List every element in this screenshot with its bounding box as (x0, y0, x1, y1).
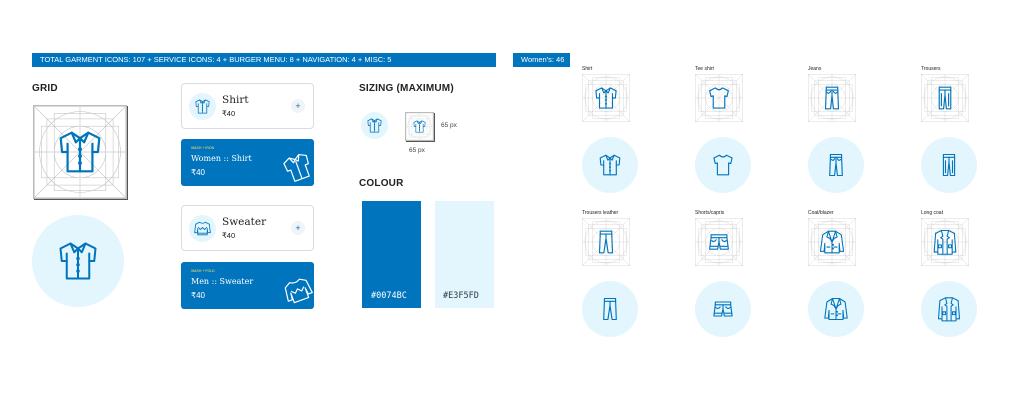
trousers-icon (921, 74, 969, 122)
icon-label: Long coat (921, 210, 943, 216)
icon-grid-tile (921, 218, 969, 266)
tshirt-icon (695, 74, 743, 122)
sizing-width-label: 65 px (441, 122, 457, 129)
sweater-card[interactable]: Sweater ₹40 + (181, 205, 314, 251)
icon-label: Trousers leather (582, 210, 619, 216)
secondary-swatch: #E3F5FD (435, 201, 494, 308)
jeans-icon (829, 153, 843, 177)
shorts-icon (695, 218, 743, 266)
icon-grid-tile (808, 218, 856, 266)
men-sweater-service-tag: WASH + FOLD (191, 269, 215, 273)
icon-label: Shorts/capris (695, 210, 725, 216)
icon-circle-tile (695, 137, 751, 193)
icon-circle-tile (921, 281, 977, 337)
icon-circle-tile (695, 281, 751, 337)
icon-circle-tile (921, 137, 977, 193)
sizing-circle-icon (361, 112, 388, 139)
icon-label: Trousers (921, 66, 941, 72)
icon-label: Shirt (582, 66, 593, 72)
sizing-heading: SIZING (MAXIMUM) (359, 83, 454, 94)
sweater-outline-icon (284, 278, 313, 304)
shirt-card-icon-circle (189, 93, 216, 120)
tshirt-icon (713, 154, 733, 176)
icon-label: Coat/blazer (808, 210, 834, 216)
sweater-card-title: Sweater (222, 216, 267, 228)
grid-circle-preview (32, 215, 124, 307)
primary-swatch: #0074BC (362, 201, 421, 308)
icon-circle-tile (808, 137, 864, 193)
shirt-icon (599, 154, 621, 176)
men-sweater-price: ₹40 (191, 291, 205, 300)
shirt-card[interactable]: Shirt ₹40 + (181, 83, 314, 129)
icon-grid-tile (582, 218, 630, 266)
sweater-icon (194, 221, 211, 236)
trousers-icon (942, 153, 956, 177)
trousers-leather-icon (603, 297, 617, 321)
sweater-card-price: ₹40 (222, 231, 236, 240)
long-coat-icon (921, 218, 969, 266)
add-shirt-button[interactable]: + (291, 99, 305, 113)
blazer-icon (808, 218, 856, 266)
icon-circle-tile (808, 281, 864, 337)
womens-count-banner: Women's: 46 (513, 53, 570, 67)
icon-grid-tile (808, 74, 856, 122)
women-shirt-title: Women :: Shirt (191, 154, 252, 163)
icon-grid-tile (582, 74, 630, 122)
shirt-outline-icon (283, 153, 310, 182)
icon-circle-tile (582, 137, 638, 193)
grid-guides (34, 106, 126, 198)
shirt-icon (367, 118, 382, 133)
jeans-icon (808, 74, 856, 122)
icon-label: Tee shirt (695, 66, 714, 72)
shirt-icon (59, 242, 97, 280)
icon-grid-tile (695, 74, 743, 122)
icon-label: Jeans (808, 66, 822, 72)
sizing-grid-box (405, 112, 434, 141)
women-shirt-price: ₹40 (191, 168, 205, 177)
grid-heading: GRID (32, 83, 58, 94)
primary-hex-label: #0074BC (371, 291, 407, 301)
shirt-card-title: Shirt (222, 94, 249, 106)
shirt-icon (406, 113, 433, 140)
totals-banner: TOTAL GARMENT ICONS: 107 + SERVICE ICONS… (32, 53, 496, 67)
shirt-icon (582, 74, 630, 122)
grid-preview (33, 105, 127, 199)
secondary-hex-label: #E3F5FD (443, 291, 479, 301)
long-coat-icon (937, 297, 961, 322)
add-sweater-button[interactable]: + (291, 221, 305, 235)
sweater-card-icon-circle (189, 215, 216, 242)
women-shirt-card[interactable]: WASH + IRON Women :: Shirt ₹40 (181, 139, 314, 186)
blazer-icon (824, 297, 848, 321)
sizing-height-label: 65 px (409, 147, 425, 154)
icon-grid-tile (921, 74, 969, 122)
icon-circle-tile (582, 281, 638, 337)
men-sweater-card[interactable]: WASH + FOLD Men :: Sweater ₹40 (181, 262, 314, 309)
shorts-icon (713, 301, 733, 317)
shirt-card-price: ₹40 (222, 109, 236, 118)
icon-grid-tile (695, 218, 743, 266)
men-sweater-title: Men :: Sweater (191, 277, 254, 286)
colour-heading: COLOUR (359, 178, 404, 189)
trousers-leather-icon (582, 218, 630, 266)
shirt-icon (195, 99, 210, 114)
women-shirt-service-tag: WASH + IRON (191, 146, 215, 150)
